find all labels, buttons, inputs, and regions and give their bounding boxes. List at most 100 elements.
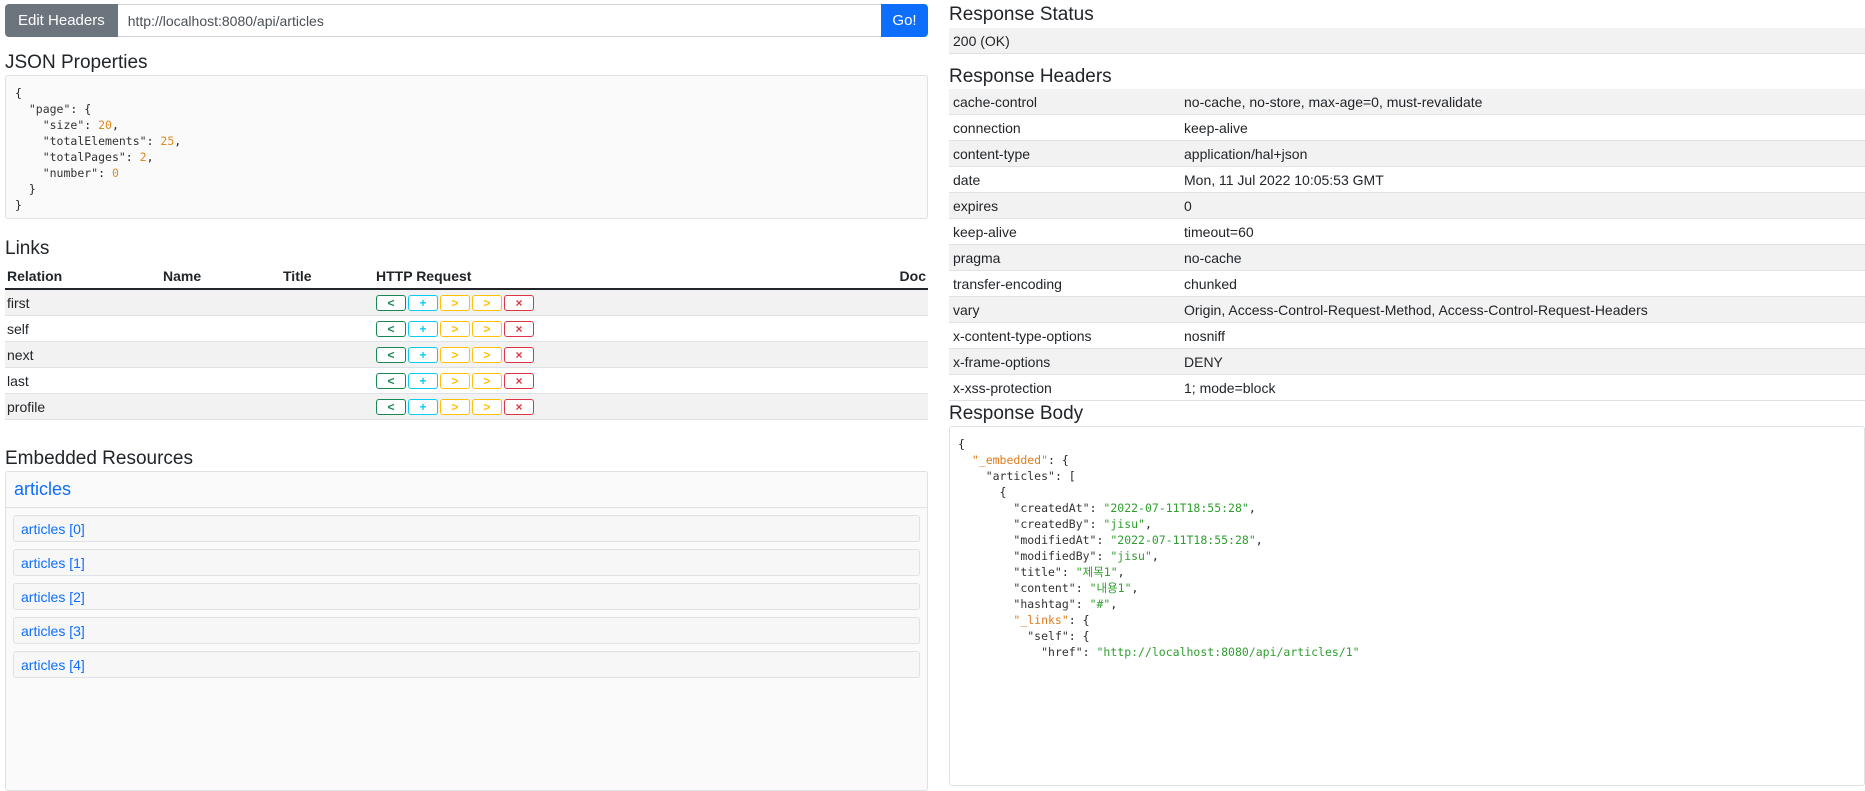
chevron-left-request-button[interactable]: < <box>376 399 406 415</box>
embedded-item[interactable]: articles [3] <box>13 617 920 644</box>
close-icon: × <box>515 296 523 310</box>
header-key: x-content-type-options <box>949 322 1180 349</box>
plus-request-button[interactable]: + <box>408 399 438 415</box>
code-line: "createdAt": "2022-07-11T18:55:28", <box>958 500 1856 516</box>
chevron-right-request-button[interactable]: > <box>440 347 470 363</box>
chevron-left-request-button[interactable]: < <box>376 295 406 311</box>
header-value: 0 <box>1180 192 1865 219</box>
header-key: x-xss-protection <box>949 374 1180 401</box>
code-token: : <box>1061 565 1076 579</box>
header-relation: Relation <box>5 264 161 290</box>
header-key: keep-alive <box>949 218 1180 245</box>
embedded-item[interactable]: articles [4] <box>13 651 920 678</box>
chevron-right-request-button[interactable]: > <box>440 321 470 337</box>
code-token: "2022-07-11T18:55:28" <box>1110 533 1256 547</box>
chevron-left-request-button[interactable]: < <box>376 347 406 363</box>
code-token: , <box>1248 501 1256 515</box>
plus-request-button[interactable]: + <box>408 295 438 311</box>
link-name <box>161 341 281 368</box>
code-token: : <box>1089 501 1104 515</box>
code-token: "2022-07-11T18:55:28" <box>1103 501 1249 515</box>
code-token: : { <box>1068 629 1090 643</box>
code-token: , <box>1117 565 1125 579</box>
chevron-right-request-button[interactable]: > <box>472 347 502 363</box>
embedded-resources-title: Embedded Resources <box>5 448 193 469</box>
chevron-right-request-button[interactable]: > <box>440 295 470 311</box>
code-line: "totalPages": 2, <box>15 149 918 165</box>
header-row: date Mon, 11 Jul 2022 10:05:53 GMT <box>949 166 1865 193</box>
code-line: { <box>15 85 918 101</box>
chevron-right-request-button[interactable]: > <box>472 295 502 311</box>
chevron-right-request-button[interactable]: > <box>472 373 502 389</box>
link-row-profile: profile < + > > × <box>5 393 928 420</box>
close-icon: × <box>515 374 523 388</box>
header-value: nosniff <box>1180 322 1865 349</box>
json-properties-viewer: { "page": { "size": 20, "totalElements":… <box>5 75 928 219</box>
code-token: "http://localhost:8080/api/articles/1" <box>1096 645 1360 659</box>
chevron-right-request-button[interactable]: > <box>440 399 470 415</box>
close-request-button[interactable]: × <box>504 295 534 311</box>
code-token: "jisu" <box>1110 549 1152 563</box>
code-token: : { <box>1048 453 1069 467</box>
header-key: vary <box>949 296 1180 323</box>
header-key: content-type <box>949 140 1180 167</box>
code-token: "제목1" <box>1075 565 1118 579</box>
header-value: no-cache <box>1180 244 1865 271</box>
edit-headers-button[interactable]: Edit Headers <box>5 4 118 37</box>
header-value: chunked <box>1180 270 1865 297</box>
links-header-row: Relation Name Title HTTP Request Doc <box>5 264 928 290</box>
code-line: "number": 0 <box>15 165 918 181</box>
code-token: "title" <box>1013 565 1062 579</box>
embedded-item[interactable]: articles [2] <box>13 583 920 610</box>
header-key: transfer-encoding <box>949 270 1180 297</box>
plus-icon: + <box>419 348 427 362</box>
link-relation: self <box>5 315 161 342</box>
plus-request-button[interactable]: + <box>408 321 438 337</box>
code-line: "modifiedBy": "jisu", <box>958 548 1856 564</box>
header-name: Name <box>161 264 281 290</box>
code-token: { <box>15 86 22 100</box>
chevron-right-request-button[interactable]: > <box>440 373 470 389</box>
code-token: "page" <box>28 102 71 116</box>
header-row: connection keep-alive <box>949 114 1865 141</box>
link-relation: last <box>5 367 161 394</box>
code-token: : <box>1096 533 1111 547</box>
header-value: Origin, Access-Control-Request-Method, A… <box>1180 296 1865 323</box>
code-token: : <box>125 150 140 164</box>
chevron-left-request-button[interactable]: < <box>376 321 406 337</box>
code-line: "title": "제목1", <box>958 564 1856 580</box>
header-value: application/hal+json <box>1180 140 1865 167</box>
json-properties-title: JSON Properties <box>5 52 148 73</box>
url-input[interactable]: http://localhost:8080/api/articles <box>117 4 881 37</box>
close-request-button[interactable]: × <box>504 399 534 415</box>
link-doc <box>897 341 928 368</box>
code-token: "totalElements" <box>42 134 147 148</box>
code-token: "content" <box>1013 581 1076 595</box>
url-bar: Edit Headers http://localhost:8080/api/a… <box>5 4 928 37</box>
response-headers-table: cache-control no-cache, no-store, max-age… <box>949 89 1865 401</box>
close-request-button[interactable]: × <box>504 373 534 389</box>
code-token: , <box>1131 581 1139 595</box>
header-row: x-xss-protection 1; mode=block <box>949 374 1865 401</box>
chevron-left-request-button[interactable]: < <box>376 373 406 389</box>
code-token: , <box>111 118 119 132</box>
close-request-button[interactable]: × <box>504 347 534 363</box>
embedded-item[interactable]: articles [0] <box>13 515 920 542</box>
go-button[interactable]: Go! <box>881 4 928 37</box>
chevron-left-icon: < <box>387 374 395 388</box>
plus-request-button[interactable]: + <box>408 373 438 389</box>
code-line: "totalElements": 25, <box>15 133 918 149</box>
plus-request-button[interactable]: + <box>408 347 438 363</box>
embedded-group-articles[interactable]: articles <box>6 472 927 508</box>
chevron-right-request-button[interactable]: > <box>472 321 502 337</box>
header-key: connection <box>949 114 1180 141</box>
code-line: "modifiedAt": "2022-07-11T18:55:28", <box>958 532 1856 548</box>
close-request-button[interactable]: × <box>504 321 534 337</box>
link-row-first: first < + > > × <box>5 289 928 316</box>
chevron-right-request-button[interactable]: > <box>472 399 502 415</box>
embedded-item[interactable]: articles [1] <box>13 549 920 576</box>
